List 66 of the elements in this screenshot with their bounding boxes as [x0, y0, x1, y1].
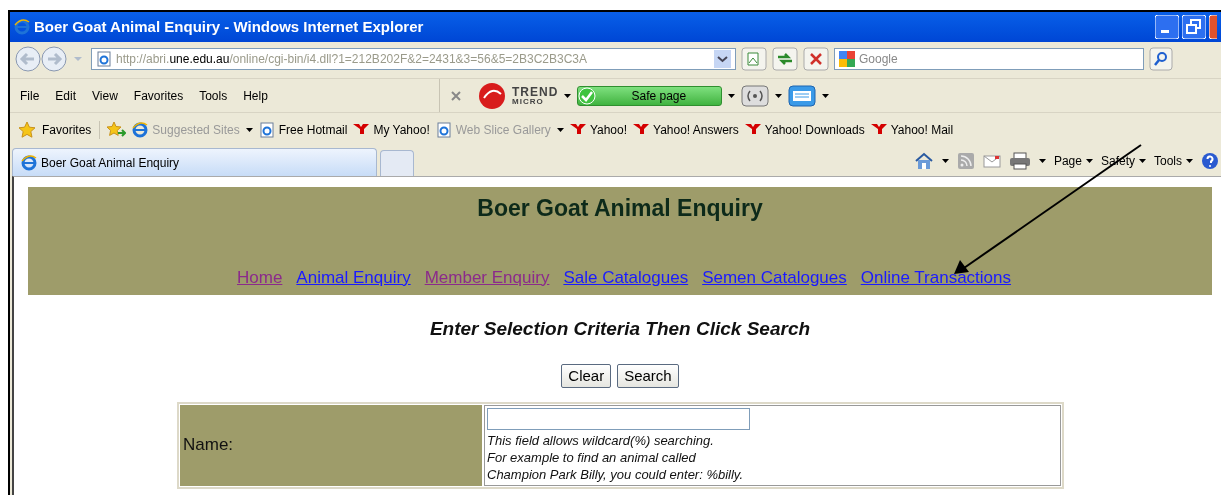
field-help-text: This field allows wildcard(%) searching. For example to find an animal called Champion Park Billy, you could enter: %billy. [487, 431, 745, 483]
favorite-link[interactable]: Yahoo! Answers [653, 120, 739, 139]
favorite-link[interactable]: Yahoo! Downloads [764, 120, 865, 139]
add-favorite-icon[interactable] [106, 120, 127, 139]
caret-icon [1085, 159, 1093, 163]
command-menu[interactable]: Page [1053, 152, 1093, 170]
menu-item[interactable]: Tools [199, 86, 228, 105]
printer-icon[interactable] [1008, 152, 1031, 170]
wireless-icon[interactable] [741, 84, 770, 107]
menu-item[interactable]: File [20, 86, 40, 105]
page-icon [96, 51, 112, 67]
caret-icon [1139, 159, 1146, 163]
form-button[interactable]: Search [617, 363, 679, 388]
address-field[interactable]: http://abri.une.edu.au/online/cgi-bin/i4.dll?1=212B202F&2=2431&3=56&5=2B3C2B3C3A [91, 48, 736, 70]
field-label: Name: [183, 434, 234, 457]
dropdown-caret-icon[interactable] [775, 93, 783, 98]
window-title: Boer Goat Animal Enquiry - Windows Internet Explorer [34, 16, 424, 37]
search-icon[interactable] [1149, 47, 1173, 71]
menu-item[interactable]: View [92, 86, 118, 105]
page-subtitle: Enter Selection Criteria Then Click Search [429, 317, 811, 341]
dropdown-caret-icon[interactable] [564, 93, 572, 98]
dropdown-caret-icon[interactable] [714, 50, 731, 68]
form-button[interactable]: Clear [561, 363, 612, 388]
favorite-link[interactable]: Free Hotmail [278, 120, 348, 139]
favorite-link[interactable]: Yahoo! Mail [890, 120, 954, 139]
browser-tab[interactable]: Boer Goat Animal Enquiry [12, 148, 377, 176]
ie-icon [21, 154, 37, 171]
checkmark-icon [578, 86, 597, 105]
caret-icon [1186, 159, 1193, 163]
dropdown-caret-icon[interactable] [1038, 159, 1046, 163]
mail-icon[interactable] [982, 154, 1001, 168]
dropdown-caret-icon[interactable] [245, 127, 253, 132]
dropdown-caret-icon[interactable] [556, 127, 564, 132]
trend-logo-icon [478, 81, 506, 110]
stop-icon[interactable] [803, 47, 829, 71]
favorites-button[interactable]: Favorites [42, 120, 101, 139]
url-text: http://abri.une.edu.au/online/cgi-bin/i4.dll?1=212B202F&2=2431&3=56&5=2B3C2B3C3A [116, 51, 588, 68]
refresh-icon[interactable] [772, 47, 798, 71]
trend-micro-wordmark: TREND MICRO [512, 85, 559, 106]
ie-icon [132, 121, 149, 138]
favorite-link[interactable]: Yahoo! [589, 120, 628, 139]
page-heading: Boer Goat Animal Enquiry [477, 194, 763, 223]
restore-icon[interactable] [1182, 15, 1206, 39]
close-toolbar-icon[interactable] [450, 89, 462, 102]
favorite-link[interactable]: My Yahoo! [373, 120, 430, 139]
dropdown-caret-icon[interactable] [822, 93, 830, 98]
star-icon[interactable] [18, 120, 36, 139]
ie-logo-icon [14, 19, 30, 35]
home-icon[interactable] [913, 152, 934, 170]
safe-page-button[interactable]: Safe page [577, 85, 723, 106]
page-icon [258, 121, 275, 138]
command-menu[interactable]: Tools [1154, 152, 1193, 170]
keyboard-icon[interactable] [788, 84, 817, 107]
help-icon[interactable] [1201, 152, 1219, 170]
search-placeholder: Google [859, 51, 898, 68]
menu-item[interactable]: Edit [55, 86, 77, 105]
dropdown-caret-icon[interactable] [941, 159, 949, 163]
name-input-field[interactable] [487, 407, 750, 430]
minimize-icon[interactable] [1155, 15, 1179, 39]
menu-item[interactable]: Help [243, 86, 268, 105]
page-icon [435, 121, 452, 138]
menu-item[interactable]: Favorites [133, 86, 184, 105]
dropdown-caret-icon[interactable] [728, 93, 736, 98]
search-field[interactable]: Google [834, 48, 1144, 70]
google-logo-icon [839, 51, 855, 67]
close-icon[interactable] [1209, 15, 1217, 39]
